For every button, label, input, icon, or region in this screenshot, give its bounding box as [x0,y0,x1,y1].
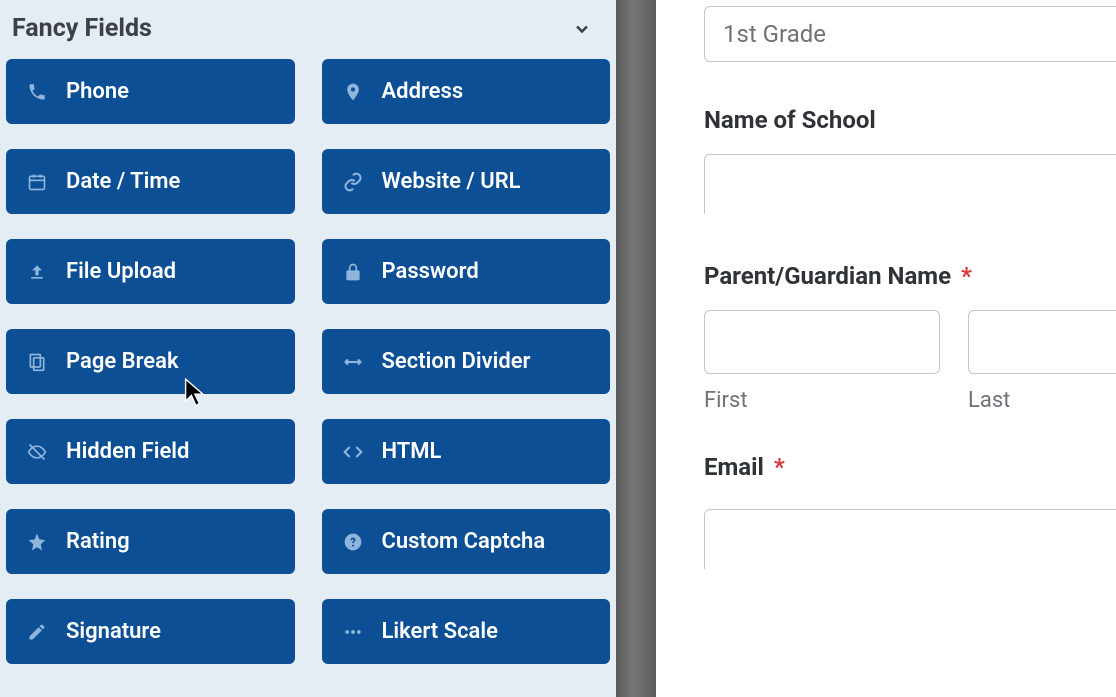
sidebar-section-title: Fancy Fields [12,14,152,43]
field-html[interactable]: HTML [322,419,611,484]
question-icon [342,531,364,553]
star-icon [26,531,48,553]
form-preview: 1st Grade Name of School Parent/Guardian… [656,0,1116,697]
field-label: HTML [382,439,442,464]
field-label: Hidden Field [66,439,189,464]
field-label: Website / URL [382,169,521,194]
field-phone[interactable]: Phone [6,59,295,124]
field-label: Page Break [66,349,179,374]
first-name-col: First [704,310,940,413]
school-input[interactable] [704,154,1116,214]
hidden-icon [26,441,48,463]
sidebar-section-header[interactable]: Fancy Fields [6,0,610,59]
last-name-col: Last [968,310,1116,413]
fields-grid: Phone Address Date / Time Website / URL [6,59,610,664]
field-label: Password [382,259,479,284]
link-icon [342,171,364,193]
panel-divider [616,0,656,697]
field-label: Phone [66,79,129,104]
email-label-text: Email [704,453,764,481]
grade-select-value: 1st Grade [723,20,826,48]
code-icon [342,441,364,463]
first-name-input[interactable] [704,310,940,374]
grade-select[interactable]: 1st Grade [704,6,1116,62]
field-website[interactable]: Website / URL [322,149,611,214]
email-input[interactable] [704,509,1116,569]
last-sublabel: Last [968,388,1116,413]
email-field: Email * [704,453,1116,569]
field-datetime[interactable]: Date / Time [6,149,295,214]
field-label: Date / Time [66,169,180,194]
field-hidden[interactable]: Hidden Field [6,419,295,484]
fields-sidebar: Fancy Fields Phone Address Date / Time [0,0,616,697]
name-row: First Last [704,310,1116,413]
divider-icon [342,351,364,373]
pin-icon [342,81,364,103]
field-address[interactable]: Address [322,59,611,124]
first-sublabel: First [704,388,940,413]
pencil-icon [26,621,48,643]
field-captcha[interactable]: Custom Captcha [322,509,611,574]
pagebreak-icon [26,351,48,373]
field-signature[interactable]: Signature [6,599,295,664]
field-rating[interactable]: Rating [6,509,295,574]
field-label: Signature [66,619,161,644]
field-likert[interactable]: Likert Scale [322,599,611,664]
email-label: Email * [704,453,1116,481]
parent-field: Parent/Guardian Name * First Last [704,262,1116,413]
field-sectiondivider[interactable]: Section Divider [322,329,611,394]
field-fileupload[interactable]: File Upload [6,239,295,304]
chevron-down-icon[interactable] [570,17,594,41]
field-label: Custom Captcha [382,529,546,554]
parent-label: Parent/Guardian Name * [704,262,1116,290]
required-mark: * [961,262,972,290]
field-password[interactable]: Password [322,239,611,304]
parent-label-text: Parent/Guardian Name [704,262,951,290]
field-pagebreak[interactable]: Page Break [6,329,295,394]
field-label: Likert Scale [382,619,498,644]
lock-icon [342,261,364,283]
required-mark: * [774,453,785,481]
upload-icon [26,261,48,283]
field-label: Section Divider [382,349,531,374]
dots-icon [342,621,364,643]
phone-icon [26,81,48,103]
school-field: Name of School [704,106,1116,214]
field-label: Rating [66,529,130,554]
calendar-icon [26,171,48,193]
last-name-input[interactable] [968,310,1116,374]
school-label: Name of School [704,106,1116,134]
field-label: Address [382,79,464,104]
field-label: File Upload [66,259,176,284]
